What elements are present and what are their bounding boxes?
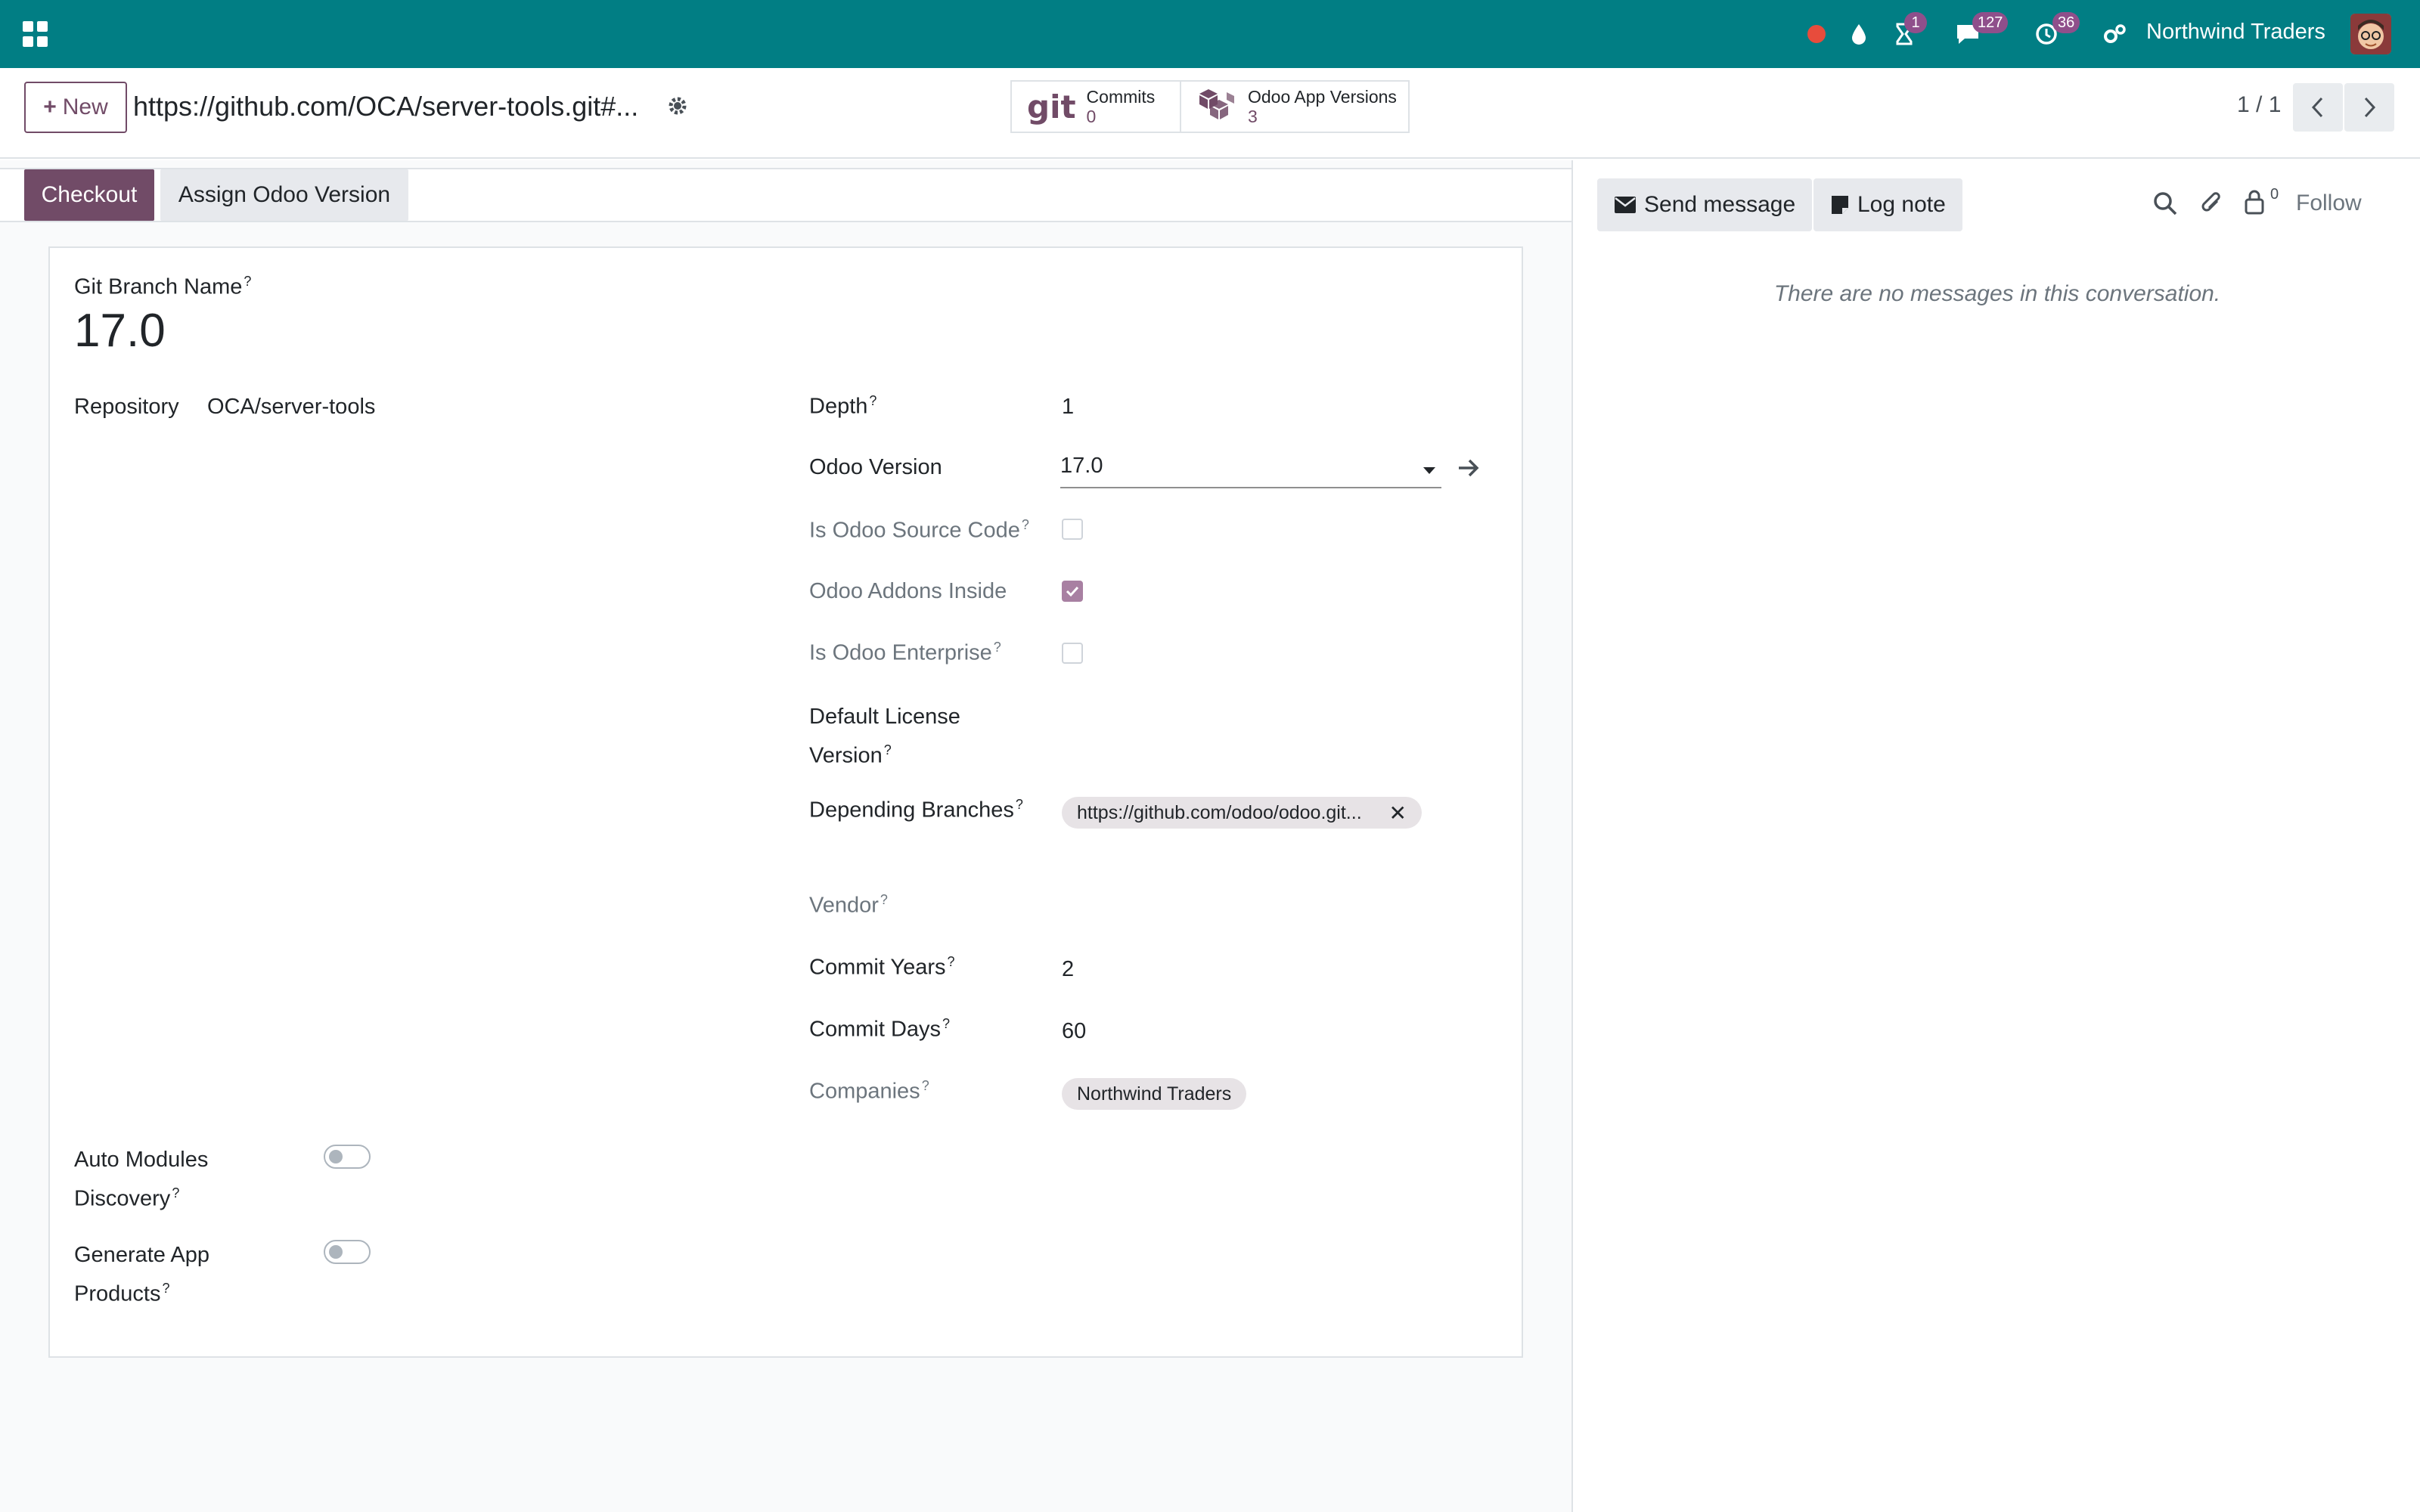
chevron-right-icon <box>2364 97 2376 118</box>
top-navbar: 1 127 36 Northwind Traders <box>0 0 2420 68</box>
assign-odoo-version-button[interactable]: Assign Odoo Version <box>160 169 408 221</box>
check-icon <box>1066 586 1079 597</box>
is-enterprise-checkbox[interactable] <box>1062 643 1083 664</box>
companies-label: Companies? <box>809 1078 929 1104</box>
commit-days-label: Commit Days? <box>809 1016 951 1042</box>
odoo-version-label: Odoo Version <box>809 455 942 479</box>
paperclip-icon[interactable] <box>2199 191 2225 216</box>
chat-icon[interactable] <box>1953 0 1983 68</box>
gear-icon[interactable] <box>666 94 690 118</box>
close-icon[interactable]: ✕ <box>1389 801 1407 826</box>
auto-discovery-label: Auto Modules Discovery? <box>74 1148 209 1211</box>
repository-value[interactable]: OCA/server-tools <box>207 395 375 420</box>
commits-label: Commits <box>1086 87 1156 107</box>
depth-value[interactable]: 1 <box>1062 395 1074 420</box>
pager-value[interactable]: 1 / 1 <box>2237 92 2281 118</box>
timer-badge: 36 <box>2052 12 2080 33</box>
record-dot-icon[interactable] <box>1803 0 1830 68</box>
repository-label: Repository <box>74 395 179 419</box>
followers-count: 0 <box>2270 186 2279 203</box>
plus-icon: + <box>43 94 57 119</box>
app-versions-smart-button[interactable]: Odoo App Versions 3 <box>1180 80 1410 133</box>
messages-badge: 127 <box>1972 12 2009 33</box>
control-panel: + New https://github.com/OCA/server-tool… <box>0 68 2420 159</box>
company-tag[interactable]: Northwind Traders <box>1062 1078 1247 1110</box>
new-button[interactable]: + New <box>24 82 127 133</box>
chatter-panel <box>1575 160 2420 1512</box>
is-enterprise-label: Is Odoo Enterprise? <box>809 640 1001 665</box>
generate-products-toggle[interactable] <box>324 1240 371 1264</box>
user-avatar[interactable] <box>2350 14 2391 54</box>
drop-icon[interactable] <box>1845 0 1872 68</box>
is-source-code-label: Is Odoo Source Code? <box>809 517 1029 543</box>
search-icon[interactable] <box>2152 191 2178 216</box>
commit-years-value[interactable]: 2 <box>1062 957 1074 982</box>
follow-button[interactable]: Follow <box>2296 191 2362 216</box>
app-versions-label: Odoo App Versions <box>1248 87 1397 107</box>
apps-menu-icon[interactable] <box>23 21 48 47</box>
generate-products-label: Generate App Products? <box>74 1243 209 1306</box>
cubes-icon <box>1196 88 1237 126</box>
send-message-button[interactable]: Send message <box>1597 178 1813 231</box>
addons-inside-label: Odoo Addons Inside <box>809 579 1007 603</box>
pager-next-button[interactable] <box>2344 83 2394 132</box>
depth-label: Depth? <box>809 393 877 419</box>
commits-smart-button[interactable]: git Commits 0 <box>1010 80 1181 133</box>
chevron-left-icon <box>2311 97 2323 118</box>
vendor-label: Vendor? <box>809 892 888 918</box>
pager-previous-button[interactable] <box>2293 83 2343 132</box>
log-note-label: Log note <box>1857 192 1946 217</box>
default-license-label: Default License Version? <box>809 705 960 768</box>
app-versions-count: 3 <box>1248 107 1258 126</box>
log-note-button[interactable]: Log note <box>1813 178 1962 231</box>
checkout-button[interactable]: Checkout <box>24 169 154 221</box>
odoo-version-select[interactable]: 17.0 <box>1060 451 1441 488</box>
branch-name-label: Git Branch Name? <box>74 274 252 299</box>
commits-count: 0 <box>1086 107 1097 126</box>
new-button-label: New <box>62 94 108 119</box>
branch-name-value[interactable]: 17.0 <box>74 304 166 358</box>
send-message-label: Send message <box>1644 192 1796 217</box>
arrow-right-icon[interactable] <box>1457 457 1481 483</box>
record-title: https://github.com/OCA/server-tools.git#… <box>133 91 639 122</box>
caret-down-icon <box>1423 467 1435 474</box>
is-source-code-checkbox[interactable] <box>1062 519 1083 540</box>
commit-years-label: Commit Years? <box>809 954 955 980</box>
activities-badge: 1 <box>1904 12 1927 33</box>
odoo-version-value: 17.0 <box>1060 454 1103 478</box>
lock-icon[interactable] <box>2243 189 2269 215</box>
clock-icon[interactable] <box>2033 0 2060 68</box>
envelope-icon <box>1615 197 1636 213</box>
addons-inside-checkbox[interactable] <box>1062 581 1083 602</box>
empty-conversation-text: There are no messages in this conversati… <box>1773 281 2221 306</box>
default-license-field[interactable] <box>1062 711 1440 741</box>
depending-branch-tag-label: https://github.com/odoo/odoo.git... <box>1077 801 1362 823</box>
settings-icon[interactable] <box>2099 0 2130 68</box>
help-tooltip-icon[interactable]: ? <box>244 274 251 289</box>
depending-branch-tag[interactable]: https://github.com/odoo/odoo.git... ✕ <box>1062 797 1422 829</box>
company-switcher[interactable]: Northwind Traders <box>2146 20 2325 45</box>
auto-discovery-toggle[interactable] <box>324 1145 371 1169</box>
depending-branches-label: Depending Branches? <box>809 797 1023 823</box>
commit-days-value[interactable]: 60 <box>1062 1019 1086 1044</box>
hourglass-icon[interactable] <box>1891 0 1918 68</box>
git-icon: git <box>1027 88 1076 125</box>
form-statusbar: Checkout Assign Odoo Version <box>0 168 1571 222</box>
note-icon <box>1832 196 1848 214</box>
